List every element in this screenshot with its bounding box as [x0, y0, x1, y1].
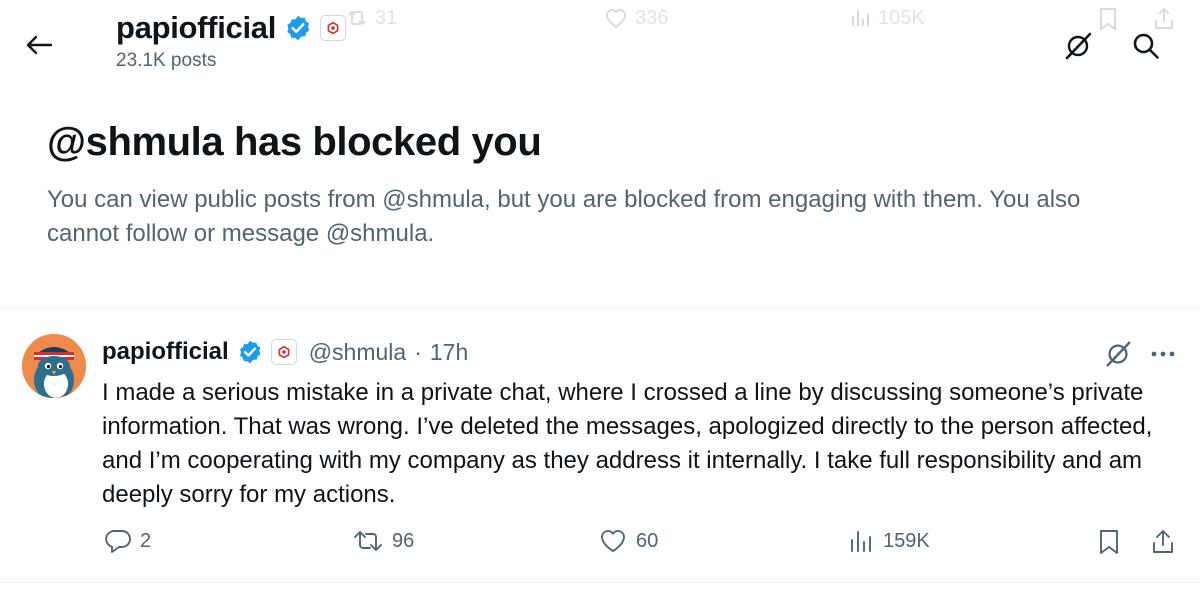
like-count: 60	[636, 529, 659, 552]
search-button[interactable]	[1126, 26, 1166, 66]
more-options-button[interactable]	[1146, 336, 1180, 372]
grok-icon	[1106, 341, 1131, 367]
blocked-title: @shmula has blocked you	[47, 120, 542, 164]
post-grok-button[interactable]	[1100, 336, 1136, 372]
views-button[interactable]: 159K	[847, 528, 930, 554]
affiliate-badge-icon	[320, 15, 347, 41]
post[interactable]: papiofficial @shmula · 17h I made a seri…	[0, 310, 1200, 580]
post-actions: 2 96 60 159K	[0, 528, 1200, 564]
verified-badge-icon	[239, 340, 261, 364]
post-separator: ·	[414, 338, 422, 365]
divider-top	[0, 307, 1200, 308]
divider-bottom	[0, 582, 1200, 583]
reply-button[interactable]: 2	[104, 528, 151, 554]
search-icon	[1133, 33, 1159, 59]
bookmark-icon	[1100, 530, 1118, 554]
post-header: papiofficial @shmula · 17h	[102, 338, 468, 366]
post-text: I made a serious mistake in a private ch…	[102, 379, 1153, 508]
grok-icon	[1065, 32, 1092, 60]
views-icon	[851, 531, 871, 552]
blocked-description: You can view public posts from @shmula, …	[47, 186, 1081, 247]
posts-count: 23.1K posts	[116, 50, 217, 71]
grok-button[interactable]	[1058, 26, 1098, 66]
header-title-block: papiofficial 23.1K posts	[116, 10, 347, 72]
post-timestamp[interactable]: 17h	[430, 339, 468, 366]
profile-header: papiofficial 23.1K posts	[0, 0, 1200, 100]
reply-count: 2	[140, 529, 152, 552]
reply-icon	[105, 530, 131, 553]
affiliate-badge-icon	[270, 339, 297, 365]
post-author-name[interactable]: papiofficial	[102, 338, 229, 366]
avatar[interactable]	[22, 334, 86, 398]
bookmark-button[interactable]	[1096, 528, 1122, 556]
verified-badge-icon	[287, 15, 310, 41]
more-icon	[1151, 351, 1175, 357]
views-count: 159K	[883, 529, 930, 552]
penguin-avatar-icon	[22, 334, 86, 398]
page-title: papiofficial	[116, 10, 277, 45]
share-icon	[1153, 530, 1173, 553]
blocked-notice: @shmula has blocked you You can view pub…	[47, 120, 1157, 251]
share-button[interactable]	[1150, 528, 1176, 556]
repost-button[interactable]: 96	[352, 528, 414, 554]
repost-icon	[354, 531, 382, 551]
heart-icon	[601, 530, 625, 552]
post-author-handle[interactable]: @shmula	[309, 339, 407, 366]
back-button[interactable]	[22, 28, 56, 62]
repost-count: 96	[392, 529, 415, 552]
arrow-left-icon	[26, 35, 53, 55]
like-button[interactable]: 60	[598, 528, 658, 554]
